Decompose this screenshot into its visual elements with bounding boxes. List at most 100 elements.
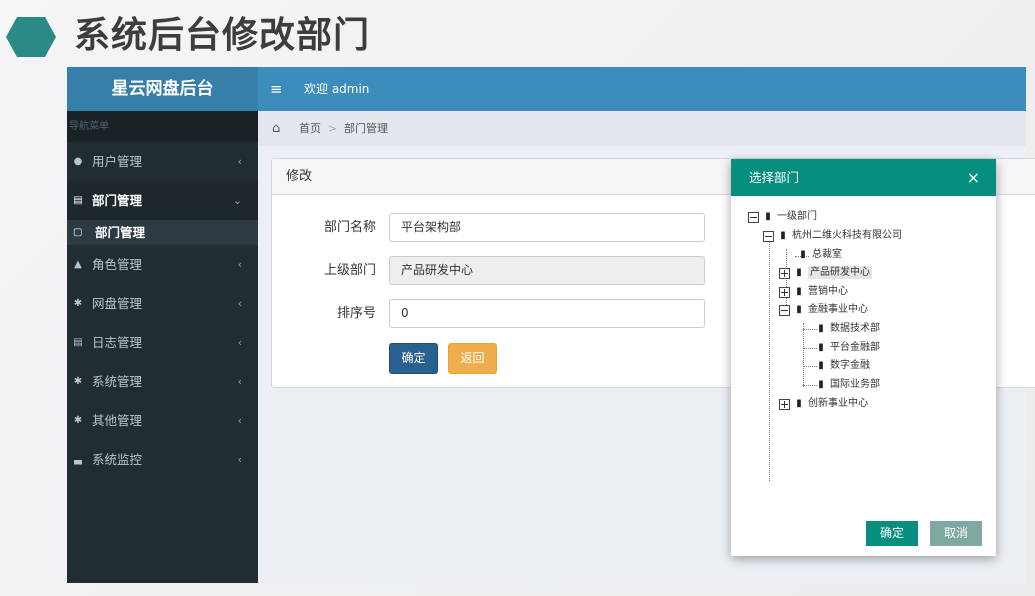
tree-node-label: 金融事业中心 — [808, 304, 868, 315]
sidebar-item-users[interactable]: ● 用户管理 ‹ — [67, 142, 258, 181]
sidebar-item-label: 用户管理 — [92, 154, 143, 169]
sort-order-label: 排序号 — [336, 306, 376, 321]
collapse-icon[interactable] — [763, 230, 774, 242]
tree-node-marketing[interactable]: ▮ 营销中心 — [779, 284, 848, 300]
breadcrumb: ⌂ 首页 > 部门管理 — [258, 111, 1026, 146]
back-button[interactable]: 返回 — [448, 343, 497, 374]
top-navbar: ≡ 欢迎 admin — [258, 67, 1026, 111]
sidebar-item-label: 系统监控 — [92, 452, 143, 467]
tree-node-label: 创新事业中心 — [808, 398, 868, 409]
tree-node-label: 一级部门 — [777, 211, 817, 222]
sidebar-item-roles[interactable]: ▲ 角色管理 ‹ — [67, 245, 258, 284]
modal-title: 选择部门 — [749, 170, 800, 185]
confirm-button[interactable]: 确定 — [389, 343, 438, 374]
modal-confirm-button[interactable]: 确定 — [866, 521, 918, 546]
tree-node-product-rd[interactable]: ▮ 产品研发中心 — [779, 265, 872, 281]
sidebar-item-netdisk[interactable]: ✱ 网盘管理 ‹ — [67, 284, 258, 323]
sidebar-header: 导航菜单 — [67, 111, 258, 142]
tree-node-finance-center[interactable]: ▮ 金融事业中心 — [779, 302, 868, 318]
sidebar-subitem-label: 部门管理 — [95, 225, 146, 240]
tree-node-digital-finance[interactable]: ▮ 数字金融 — [815, 358, 870, 374]
file-icon: ▮ — [818, 360, 824, 371]
sidebar-item-label: 其他管理 — [92, 413, 143, 428]
tree-node-data-tech[interactable]: ▮ 数据技术部 — [815, 321, 880, 337]
folder-open-icon: ▮ — [765, 211, 771, 222]
document-icon: ▢ — [73, 227, 83, 238]
gear-icon: ✱ — [73, 376, 83, 387]
chevron-down-icon: ⌄ — [232, 194, 242, 207]
tree-node-platform-finance[interactable]: ▮ 平台金融部 — [815, 340, 880, 356]
chevron-left-icon: ‹ — [237, 155, 242, 168]
tree-node-company[interactable]: ▮ 杭州二维火科技有限公司 — [763, 228, 902, 244]
dept-name-label: 部门名称 — [323, 220, 376, 235]
app-logo[interactable]: 星云网盘后台 — [67, 67, 258, 111]
slide-title: 系统后台修改部门 — [74, 15, 371, 56]
close-icon[interactable]: × — [967, 159, 980, 196]
select-department-modal: 选择部门 × ▮ 一级部门 ▮ 杭州二维火科技有限公司 ▮ 总裁室 ▮ 产品研发中心 ▮… — [731, 159, 996, 556]
id-card-icon: ▤ — [73, 195, 83, 206]
sidebar-item-system[interactable]: ✱ 系统管理 ‹ — [67, 362, 258, 401]
sidebar-item-label: 日志管理 — [92, 335, 143, 350]
tree-node-label: 平台金融部 — [830, 342, 880, 353]
modal-cancel-button[interactable]: 取消 — [930, 521, 982, 546]
folder-icon: ▮ — [796, 286, 802, 297]
file-icon: ▮ — [818, 379, 824, 390]
sidebar-item-departments[interactable]: ▤ 部门管理 ⌄ — [67, 181, 258, 220]
tree-node-label: 杭州二维火科技有限公司 — [792, 230, 902, 241]
expand-icon[interactable] — [779, 398, 790, 410]
menu-toggle-icon[interactable]: ≡ — [270, 67, 283, 111]
chevron-left-icon: ‹ — [237, 297, 242, 310]
chevron-left-icon: ‹ — [237, 375, 242, 388]
breadcrumb-home[interactable]: 首页 — [299, 111, 321, 146]
sidebar-item-logs[interactable]: ▤ 日志管理 ‹ — [67, 323, 258, 362]
collapse-icon[interactable] — [779, 304, 790, 316]
tree-node-level1[interactable]: ▮ 一级部门 — [748, 209, 817, 225]
file-text-icon: ▤ — [73, 337, 83, 348]
chevron-left-icon: ‹ — [237, 414, 242, 427]
tree-node-label: 营销中心 — [808, 286, 848, 297]
sidebar-subitem-department-manage[interactable]: ▢ 部门管理 — [67, 220, 258, 245]
user-group-icon: ▲ — [74, 259, 82, 270]
sidebar: 导航菜单 ● 用户管理 ‹ ▤ 部门管理 ⌄ ▢ 部门管理 ▲ 角色管理 ‹ ✱… — [67, 111, 258, 583]
tree-connector-line — [769, 231, 770, 481]
home-icon[interactable]: ⌂ — [272, 111, 280, 146]
sidebar-item-monitor[interactable]: ▃ 系统监控 ‹ — [67, 440, 258, 479]
expand-icon[interactable] — [779, 267, 790, 279]
sidebar-item-label: 网盘管理 — [92, 296, 143, 311]
tree-node-president-office[interactable]: ▮ 总裁室 — [797, 247, 842, 263]
tree-connector-line — [803, 323, 804, 387]
title-hexagon-icon — [6, 17, 56, 57]
dept-name-input[interactable] — [389, 213, 705, 242]
folder-icon: ▮ — [796, 267, 802, 278]
sort-order-input[interactable] — [389, 299, 705, 328]
chevron-left-icon: ‹ — [237, 336, 242, 349]
collapse-icon[interactable] — [748, 211, 759, 223]
tree-node-label: 数字金融 — [830, 360, 870, 371]
expand-icon[interactable] — [779, 286, 790, 298]
gear-icon: ✱ — [73, 298, 83, 309]
gear-icon: ✱ — [73, 415, 83, 426]
tree-node-label: 总裁室 — [812, 249, 842, 260]
sidebar-item-other[interactable]: ✱ 其他管理 ‹ — [67, 401, 258, 440]
folder-open-icon: ▮ — [780, 230, 786, 241]
tree-node-label: 数据技术部 — [830, 323, 880, 334]
tree-node-innovation[interactable]: ▮ 创新事业中心 — [779, 396, 868, 412]
parent-dept-label: 上级部门 — [323, 263, 376, 278]
parent-dept-input[interactable] — [389, 256, 705, 285]
sidebar-item-label: 角色管理 — [92, 257, 143, 272]
welcome-text[interactable]: 欢迎 admin — [304, 67, 369, 111]
modal-header: 选择部门 × — [731, 159, 996, 196]
breadcrumb-current: 部门管理 — [344, 122, 388, 135]
tree-node-label: 国际业务部 — [830, 379, 880, 390]
user-icon: ● — [73, 156, 83, 167]
breadcrumb-separator: > — [328, 122, 338, 135]
folder-open-icon: ▮ — [796, 304, 802, 315]
sidebar-item-label: 部门管理 — [92, 193, 143, 208]
file-icon: ▮ — [818, 342, 824, 353]
chevron-left-icon: ‹ — [237, 258, 242, 271]
file-icon: ▮ — [800, 249, 806, 260]
folder-icon: ▮ — [796, 398, 802, 409]
chevron-left-icon: ‹ — [237, 453, 242, 466]
tree-node-international[interactable]: ▮ 国际业务部 — [815, 377, 880, 393]
sidebar-item-label: 系统管理 — [92, 374, 143, 389]
